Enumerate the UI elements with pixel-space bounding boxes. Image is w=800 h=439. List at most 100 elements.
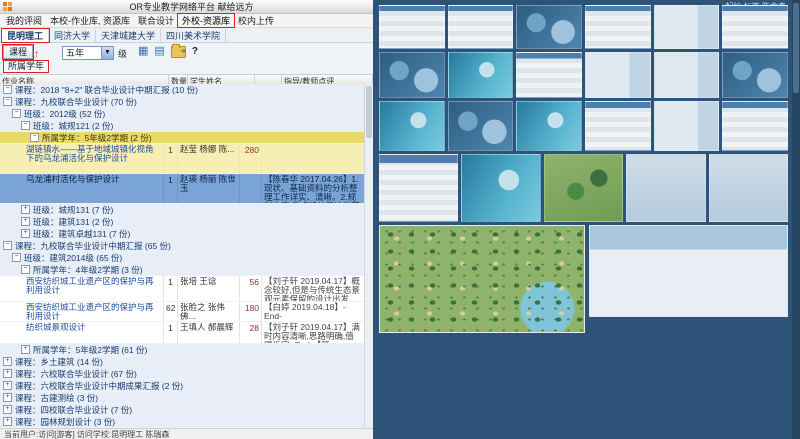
expand-icon[interactable]: + [21,345,30,354]
assignment-cell-com: 【陈春华 2017.04.26】1.现状、基础资料的分析整理工作详实、清晰。2.… [262,174,365,203]
design-thumbnail[interactable] [544,154,623,222]
chevron-down-icon[interactable]: ▼ [101,47,113,59]
design-board-preview[interactable] [589,225,788,317]
tree-group-row[interactable]: +班级：城规131 (7 份) [0,204,365,216]
school-tab[interactable]: 昆明理工 [2,29,49,42]
assignment-row[interactable]: 西安纺织城工业遗产区的保护与再利用设计62张脸之 张伟佛...180【白婷 20… [0,302,365,322]
collapse-icon[interactable]: − [21,265,30,274]
expand-icon[interactable]: + [3,417,12,426]
design-thumbnail[interactable] [585,5,651,49]
collapse-icon[interactable]: − [12,253,21,262]
tree-group-row[interactable]: +所属学年：5年级2学期 (61 份) [0,344,365,356]
menu-item[interactable]: 校内上传 [234,14,278,27]
tree-group-row[interactable]: −课程：九校联合毕业设计 (70 份) [0,96,365,108]
menu-item[interactable]: 外校-资源库 [178,14,234,27]
tree-group-row[interactable]: +课程：乡土建筑 (14 份) [0,356,365,368]
expand-icon[interactable]: + [21,229,30,238]
tree-group-row[interactable]: −班级：建筑2014级 (65 份) [0,252,365,264]
tree-group-row[interactable]: −课程：九校联合毕业设计中期汇报 (65 份) [0,240,365,252]
tree-group-label: 所属学年：4年级2学期 (3 份) [33,264,143,276]
collapse-icon[interactable]: − [30,133,39,142]
tree-group-row[interactable]: +课程：四校联合毕业设计 (7 份) [0,404,365,416]
design-thumbnail[interactable] [379,154,458,222]
tree-group-row[interactable]: +班级：建筑131 (2 份) [0,216,365,228]
export-folder-icon[interactable] [171,46,186,58]
design-thumbnail[interactable] [448,5,514,49]
tree-group-row[interactable]: −所属学年：4年级2学期 (3 份) [0,264,365,276]
menu-item[interactable]: 我的评阅 [2,14,46,27]
view-list-icon[interactable]: ▤ [154,45,164,58]
collapse-icon[interactable]: − [3,97,12,106]
assignment-cell-com: 【刘子轩 2019.04.17】概念较好,但是与传统生态景观元素保留的设计出发点… [262,276,365,301]
collapse-icon[interactable]: − [21,121,30,130]
design-thumbnail[interactable] [516,52,582,98]
design-thumbnail[interactable] [626,154,705,222]
tree-group-row[interactable]: −所属学年：5年级2学期 (2 份) [0,132,365,144]
tree-group-row[interactable]: +课程：六校联合毕业设计 (67 份) [0,368,365,380]
design-thumbnail[interactable] [654,5,720,49]
toolbar: 课程 ↑ 所属学年 五年 ▼ 级 ▦ ▤ ? [0,43,373,75]
design-thumbnail[interactable] [461,154,540,222]
design-thumbnail[interactable] [585,52,651,98]
assignment-row[interactable]: 湖链镇水——基于地域城镇化视角下的乌龙浦活化与保护设计1赵莹 杨娜 陈...28… [0,144,365,174]
design-thumbnail[interactable] [379,5,445,49]
design-thumbnail[interactable] [654,52,720,98]
thumbnail-row [379,154,788,222]
assignment-cell-name: 西安纺织城工业遗产区的保护与再利用设计 [0,302,164,321]
assignment-tree: −课程：2018 "8+2" 联合毕业设计中期汇报 (10 份)−课程：九校联合… [0,84,365,428]
school-tab[interactable]: 四川美术学院 [161,29,226,42]
assignment-row[interactable]: 乌龙浦村活化与保护设计1赵瑛 杨丽 陈世玉【陈春华 2017.04.26】1.现… [0,174,365,204]
collapse-icon[interactable]: − [3,85,12,94]
tree-group-label: 课程：九校联合毕业设计 (70 份) [15,96,137,108]
design-thumbnail[interactable] [654,101,720,151]
design-thumbnail[interactable] [448,52,514,98]
year-select[interactable]: 五年 ▼ [62,46,114,60]
school-tab[interactable]: 同济大学 [49,29,96,42]
menu-item[interactable]: 联合设计 [134,14,178,27]
viewer-scrollbar-thumb[interactable] [793,3,799,93]
expand-icon[interactable]: + [3,405,12,414]
design-thumbnail[interactable] [448,101,514,151]
master-plan-preview[interactable] [379,225,585,333]
tree-group-row[interactable]: +课程：园林规划设计 (3 份) [0,416,365,428]
design-thumbnail[interactable] [379,52,445,98]
school-tab[interactable]: 天津城建大学 [96,29,161,42]
tree-scrollbar[interactable] [364,84,373,428]
menu-item[interactable]: 本校-作业库, 资源库 [46,14,134,27]
preview-strip [379,225,788,333]
expand-icon[interactable]: + [3,393,12,402]
design-thumbnail[interactable] [516,5,582,49]
tree-group-row[interactable]: −课程：2018 "8+2" 联合毕业设计中期汇报 (10 份) [0,84,365,96]
assignment-row[interactable]: 西安纺织城工业遗产区的保护与再利用设计1张培 王谂56【刘子轩 2019.04.… [0,276,365,302]
title-bar[interactable]: OR专业教学网络平台 献给远方 [0,0,373,14]
tree-group-label: 课程：六校联合毕业设计 (67 份) [15,368,137,380]
tree-group-row[interactable]: +课程：古建测绘 (3 份) [0,392,365,404]
tree-group-row[interactable]: +班级：建筑卓越131 (7 份) [0,228,365,240]
course-button[interactable]: 课程 [3,45,33,59]
expand-icon[interactable]: + [3,357,12,366]
expand-icon[interactable]: + [21,217,30,226]
tree-scrollbar-thumb[interactable] [366,86,372,138]
design-thumbnail[interactable] [722,52,788,98]
design-thumbnail[interactable] [709,154,788,222]
viewer-scrollbar[interactable] [792,0,800,439]
expand-icon[interactable]: + [3,369,12,378]
design-thumbnail[interactable] [379,101,445,151]
tree-group-row[interactable]: +课程：六校联合毕业设计中期成果汇报 (2 份) [0,380,365,392]
tree-group-label: 所属学年：5年级2学期 (2 份) [42,132,152,144]
expand-icon[interactable]: + [21,205,30,214]
collapse-icon[interactable]: − [12,109,21,118]
assignment-row[interactable]: 纺织城景观设计1王填人 郝晨辉28【刘子轩 2019.04.17】满时内容清晰,… [0,322,365,344]
expand-icon[interactable]: + [3,381,12,390]
design-thumbnail[interactable] [585,101,651,151]
tree-group-row[interactable]: −班级：城规121 (2 份) [0,120,365,132]
design-thumbnail[interactable] [722,5,788,49]
view-grid-icon[interactable]: ▦ [138,45,148,58]
tree-group-row[interactable]: −班级：2012级 (52 份) [0,108,365,120]
help-icon[interactable]: ? [192,46,198,57]
collapse-icon[interactable]: − [3,241,12,250]
design-thumbnail[interactable] [516,101,582,151]
assignment-cell-com: 【刘子轩 2019.04.17】满时内容清晰,思路明确,值得肯定 -End-【第… [262,322,365,343]
toolbar-icons: ▦ ▤ ? [138,45,198,58]
design-thumbnail[interactable] [722,101,788,151]
